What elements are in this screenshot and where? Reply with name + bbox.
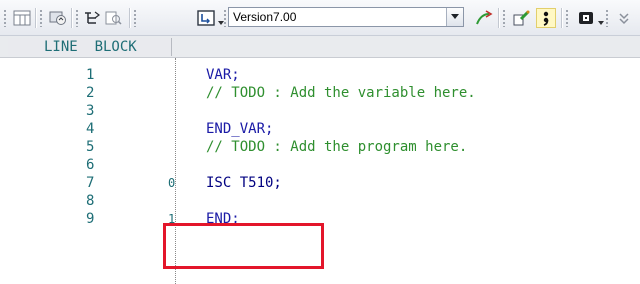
block-marker [168, 102, 178, 120]
block-marker: 0 [168, 176, 176, 190]
chevron-down-icon [451, 14, 459, 19]
block-marker [168, 84, 178, 102]
line-number: 7 [86, 175, 95, 191]
grid-view-icon[interactable] [12, 8, 32, 28]
toolbar-grip[interactable] [606, 9, 608, 27]
semicolon-icon[interactable] [536, 8, 556, 28]
code-line[interactable]: // TODO : Add the program here. [206, 138, 467, 156]
toolbar-separator [71, 8, 72, 28]
toolbar: Version7.00 [0, 0, 640, 36]
line-number: 5 [86, 139, 95, 155]
overflow-chevron-icon[interactable] [614, 8, 634, 28]
block-marker [168, 120, 178, 138]
monitor-device-icon[interactable] [48, 8, 68, 28]
toolbar-separator [129, 8, 130, 28]
code-line[interactable]: VAR; [206, 66, 240, 84]
tree-view-icon[interactable] [82, 8, 102, 28]
block-marker [168, 138, 178, 156]
line-block-header-label: LINE BLOCK [44, 39, 137, 55]
version-select-value: Version7.00 [233, 10, 297, 24]
line-number: 9 [86, 211, 95, 227]
editor-header: LINE BLOCK [0, 36, 640, 58]
highlight-box [163, 223, 324, 269]
line-number: 3 [86, 103, 95, 119]
block-marker [168, 156, 178, 174]
toolbar-separator [498, 8, 499, 28]
module-icon[interactable] [576, 8, 596, 28]
arrow-up-icon[interactable] [474, 8, 494, 28]
line-number: 2 [86, 85, 95, 101]
toolbar-grip[interactable] [224, 9, 226, 27]
toolbar-grip[interactable] [566, 9, 568, 27]
insert-icon[interactable] [196, 8, 216, 28]
program-editor[interactable]: LINE BLOCK 1 VAR; 2 // TODO : Add the varia… [0, 36, 640, 284]
block-marker [168, 66, 178, 84]
toolbar-grip[interactable] [503, 9, 505, 27]
version-select[interactable]: Version7.00 [228, 7, 464, 27]
tool-color-icon[interactable] [512, 8, 532, 28]
line-number: 4 [86, 121, 95, 137]
code-line[interactable]: // TODO : Add the variable here. [206, 84, 476, 102]
line-number: 6 [86, 157, 95, 173]
toolbar-grip[interactable] [134, 9, 136, 27]
chevron-down-icon[interactable] [598, 20, 604, 26]
toolbar-grip[interactable] [4, 9, 6, 27]
code-line[interactable]: ISC T510; [206, 174, 282, 192]
toolbar-grip[interactable] [76, 9, 78, 27]
toolbar-separator [35, 8, 36, 28]
line-number: 8 [86, 193, 95, 209]
toolbar-separator [561, 8, 562, 28]
find-icon[interactable] [104, 8, 124, 28]
block-marker [168, 192, 178, 210]
toolbar-grip[interactable] [40, 9, 42, 27]
code-line[interactable]: END_VAR; [206, 120, 273, 138]
line-number: 1 [86, 67, 95, 83]
line-block-header: LINE BLOCK [8, 38, 172, 56]
version-select-dropdown-button[interactable] [446, 8, 463, 26]
